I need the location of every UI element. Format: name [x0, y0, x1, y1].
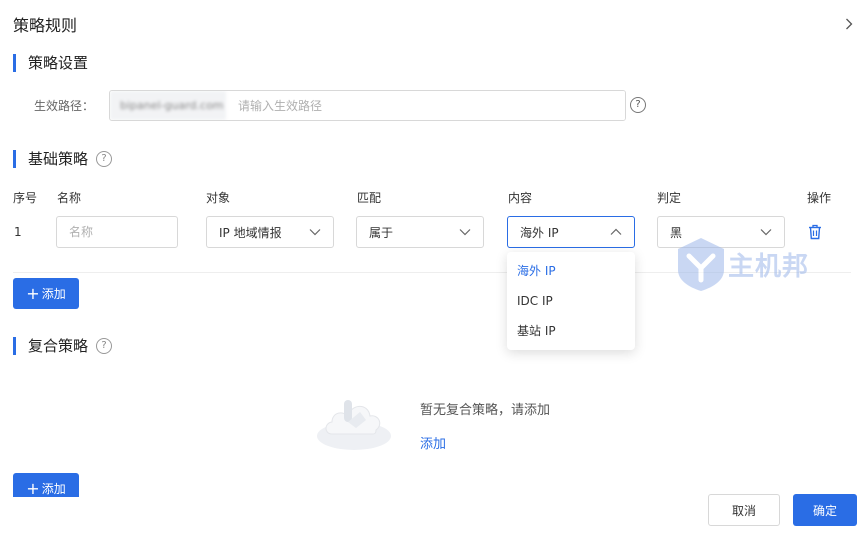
column-header-match: 匹配	[357, 191, 382, 205]
section-accent-bar	[13, 149, 16, 168]
path-input[interactable]	[226, 91, 625, 120]
path-field: bipanel-guard.com	[109, 90, 626, 121]
verdict-select[interactable]: 黑	[657, 216, 785, 248]
object-select[interactable]: IP 地域情报	[206, 216, 334, 248]
content-select-value: 海外 IP	[520, 225, 559, 240]
panel-title: 策略规则	[13, 16, 78, 35]
column-header-name: 名称	[57, 191, 82, 205]
help-icon[interactable]: ?	[96, 337, 113, 354]
content-dropdown-menu: 海外 IP IDC IP 基站 IP	[507, 252, 635, 350]
help-icon[interactable]: ?	[630, 97, 646, 113]
empty-cloud-icon	[316, 390, 392, 452]
dropdown-option-base-station-ip[interactable]: 基站 IP	[507, 316, 635, 346]
match-select-value: 属于	[369, 225, 394, 240]
trash-icon[interactable]	[808, 224, 822, 240]
row-index: 1	[14, 225, 22, 239]
empty-state-text: 暂无复合策略，请添加	[420, 403, 551, 418]
rule-name-input[interactable]	[56, 216, 178, 248]
chevron-right-icon[interactable]	[841, 15, 857, 33]
verdict-select-value: 黑	[670, 225, 683, 240]
dropdown-option-idc-ip[interactable]: IDC IP	[507, 286, 635, 316]
basic-strategy-heading: 基础策略 ?	[13, 148, 113, 169]
confirm-button[interactable]: 确定	[793, 494, 857, 526]
section-accent-bar	[13, 53, 16, 72]
column-header-index: 序号	[13, 191, 38, 205]
watermark-text: 主机邦	[728, 251, 810, 282]
column-header-object: 对象	[206, 191, 231, 205]
object-select-value: IP 地域情报	[219, 225, 282, 240]
dropdown-option-overseas-ip[interactable]: 海外 IP	[507, 256, 635, 286]
chevron-up-icon	[610, 226, 622, 238]
add-composite-strategy-label: 添加	[41, 482, 66, 496]
section-accent-bar	[13, 336, 16, 355]
plus-icon: +	[26, 478, 40, 498]
add-basic-strategy-label: 添加	[41, 287, 66, 301]
content-select[interactable]: 海外 IP	[507, 216, 635, 248]
match-select[interactable]: 属于	[356, 216, 484, 248]
strategy-settings-heading: 策略设置	[13, 52, 88, 73]
column-header-verdict: 判定	[657, 191, 682, 205]
chevron-down-icon	[309, 226, 321, 238]
path-label: 生效路径：	[34, 99, 95, 113]
strategy-settings-title: 策略设置	[28, 54, 89, 72]
column-header-actions: 操作	[807, 191, 832, 205]
help-icon[interactable]: ?	[96, 150, 113, 167]
add-basic-strategy-button[interactable]: + 添加	[13, 278, 79, 309]
empty-state-add-link[interactable]: 添加	[420, 433, 446, 452]
plus-icon: +	[26, 283, 40, 303]
path-prefix: bipanel-guard.com	[110, 91, 226, 120]
composite-strategy-title: 复合策略	[28, 337, 89, 355]
composite-strategy-heading: 复合策略 ?	[13, 335, 113, 356]
cancel-button[interactable]: 取消	[708, 494, 780, 526]
footer-mask	[0, 497, 700, 533]
row-divider	[13, 272, 851, 273]
chevron-down-icon	[760, 226, 772, 238]
chevron-down-icon	[459, 226, 471, 238]
column-header-content: 内容	[508, 191, 533, 205]
basic-strategy-title: 基础策略	[28, 150, 89, 168]
